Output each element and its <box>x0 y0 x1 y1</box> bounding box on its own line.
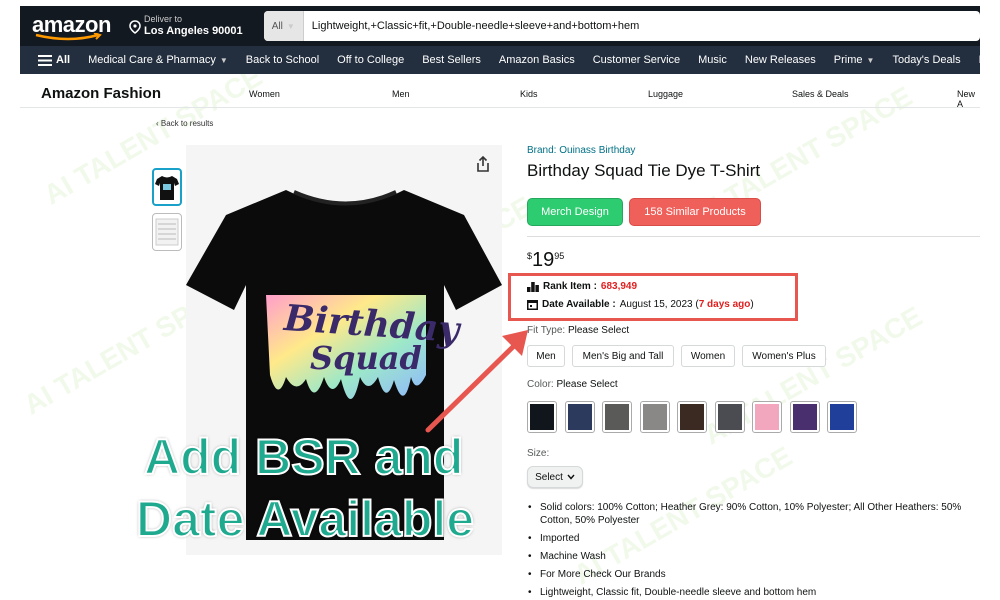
fit-type-label: Fit Type: Please Select <box>527 325 630 336</box>
fashion-link-luggage[interactable]: Luggage <box>648 89 683 99</box>
deliver-location: Los Angeles 90001 <box>144 25 243 37</box>
nav-item-customer-service[interactable]: Customer Service <box>593 54 680 66</box>
color-swatch[interactable] <box>789 401 820 433</box>
size-chart-thumbnail-icon <box>155 218 179 246</box>
product-title: Birthday Squad Tie Dye T-Shirt <box>527 161 761 180</box>
color-swatch[interactable] <box>564 401 595 433</box>
date-ago: 7 days ago <box>698 299 751 310</box>
nav-all-menu[interactable]: All <box>38 54 70 66</box>
brand-link[interactable]: Brand: Ouinass Birthday <box>527 145 635 156</box>
feature-item: For More Check Our Brands <box>527 568 982 581</box>
nav-item-medical-care[interactable]: Medical Care & Pharmacy ▼ <box>88 54 228 66</box>
fit-option-mens-big-tall[interactable]: Men's Big and Tall <box>572 345 674 367</box>
search-input[interactable]: Lightweight,+Classic+fit,+Double-needle+… <box>304 20 639 32</box>
nav-item-amazon-basics[interactable]: Amazon Basics <box>499 54 575 66</box>
hamburger-menu-icon <box>38 54 52 66</box>
calendar-icon <box>527 300 538 310</box>
nav-item-prime[interactable]: Prime ▼ <box>834 54 875 66</box>
overlay-headline-line2: Date Available <box>135 490 475 548</box>
nav-item-todays-deals[interactable]: Today's Deals <box>892 54 960 66</box>
fit-option-women[interactable]: Women <box>681 345 735 367</box>
shirt-print-line2: Squad <box>310 339 422 377</box>
similar-products-button[interactable]: 158 Similar Products <box>629 198 761 226</box>
size-label: Size: <box>527 448 550 459</box>
nav-item-books[interactable]: Books <box>979 54 1000 66</box>
thumbnail-front[interactable] <box>152 168 182 206</box>
color-swatch[interactable] <box>827 401 857 433</box>
thumbnail-size-chart[interactable] <box>152 213 182 251</box>
nav-bar: All Medical Care & Pharmacy ▼ Back to Sch… <box>20 46 1000 74</box>
color-swatch[interactable] <box>714 401 745 433</box>
fashion-link-sales-deals[interactable]: Sales & Deals <box>792 89 849 99</box>
smile-arrow-icon <box>35 33 102 41</box>
date-available-row: Date Available : August 15, 2023 (7 days… <box>527 299 754 310</box>
color-swatch[interactable] <box>527 401 557 433</box>
rank-podium-icon <box>527 281 539 292</box>
nav-item-back-to-school[interactable]: Back to School <box>246 54 319 66</box>
top-header: amazon Deliver to Los Angeles 90001 All … <box>20 6 980 46</box>
feature-item: Imported <box>527 532 982 545</box>
chevron-down-icon: ▼ <box>866 55 875 65</box>
chevron-down-icon: ▼ <box>286 21 295 31</box>
deliver-to-location[interactable]: Deliver to Los Angeles 90001 <box>129 14 248 38</box>
fashion-link-men[interactable]: Men <box>392 89 410 99</box>
divider <box>527 236 980 237</box>
nav-item-best-sellers[interactable]: Best Sellers <box>422 54 481 66</box>
fit-option-men[interactable]: Men <box>527 345 565 367</box>
color-swatch[interactable] <box>602 401 632 433</box>
location-pin-icon <box>129 20 141 34</box>
fashion-link-kids[interactable]: Kids <box>520 89 538 99</box>
share-icon[interactable] <box>476 156 490 172</box>
fashion-subnav: Amazon Fashion Women Men Kids Luggage Sa… <box>20 80 980 109</box>
size-select-dropdown[interactable]: Select <box>527 466 583 488</box>
search-bar: All ▼ Lightweight,+Classic+fit,+Double-n… <box>263 11 980 41</box>
date-value: August 15, 2023 ( <box>619 299 699 310</box>
chevron-down-icon <box>567 474 575 480</box>
annotation-arrow-icon <box>425 330 528 433</box>
rank-value: 683,949 <box>600 281 638 292</box>
tshirt-thumbnail-icon <box>155 176 179 200</box>
color-swatch[interactable] <box>677 401 707 433</box>
feature-item: Machine Wash <box>527 550 982 563</box>
color-swatch[interactable] <box>752 401 782 433</box>
color-swatch[interactable] <box>639 401 670 433</box>
back-to-results-link[interactable]: ‹ Back to results <box>156 119 213 128</box>
amazon-logo[interactable]: amazon <box>32 9 123 43</box>
feature-item: Lightweight, Classic fit, Double-needle … <box>527 586 982 599</box>
price: $1995 <box>527 249 565 271</box>
search-category-dropdown[interactable]: All ▼ <box>263 11 304 41</box>
fashion-link-new-arrivals[interactable]: New A <box>957 89 980 109</box>
nav-item-music[interactable]: Music <box>698 54 727 66</box>
nav-item-off-to-college[interactable]: Off to College <box>337 54 404 66</box>
deliver-label: Deliver to <box>144 14 183 24</box>
rank-item-row: Rank Item : 683,949 <box>527 281 637 292</box>
fit-option-womens-plus[interactable]: Women's Plus <box>742 345 826 367</box>
nav-item-new-releases[interactable]: New Releases <box>745 54 816 66</box>
merch-design-button[interactable]: Merch Design <box>527 198 623 226</box>
chevron-down-icon: ▼ <box>219 55 228 65</box>
color-label: Color: Please Select <box>527 379 618 390</box>
product-features-list: Solid colors: 100% Cotton; Heather Grey:… <box>527 501 982 600</box>
fashion-link-women[interactable]: Women <box>249 89 280 99</box>
feature-item: Solid colors: 100% Cotton; Heather Grey:… <box>527 501 982 527</box>
fashion-title[interactable]: Amazon Fashion <box>41 85 249 102</box>
